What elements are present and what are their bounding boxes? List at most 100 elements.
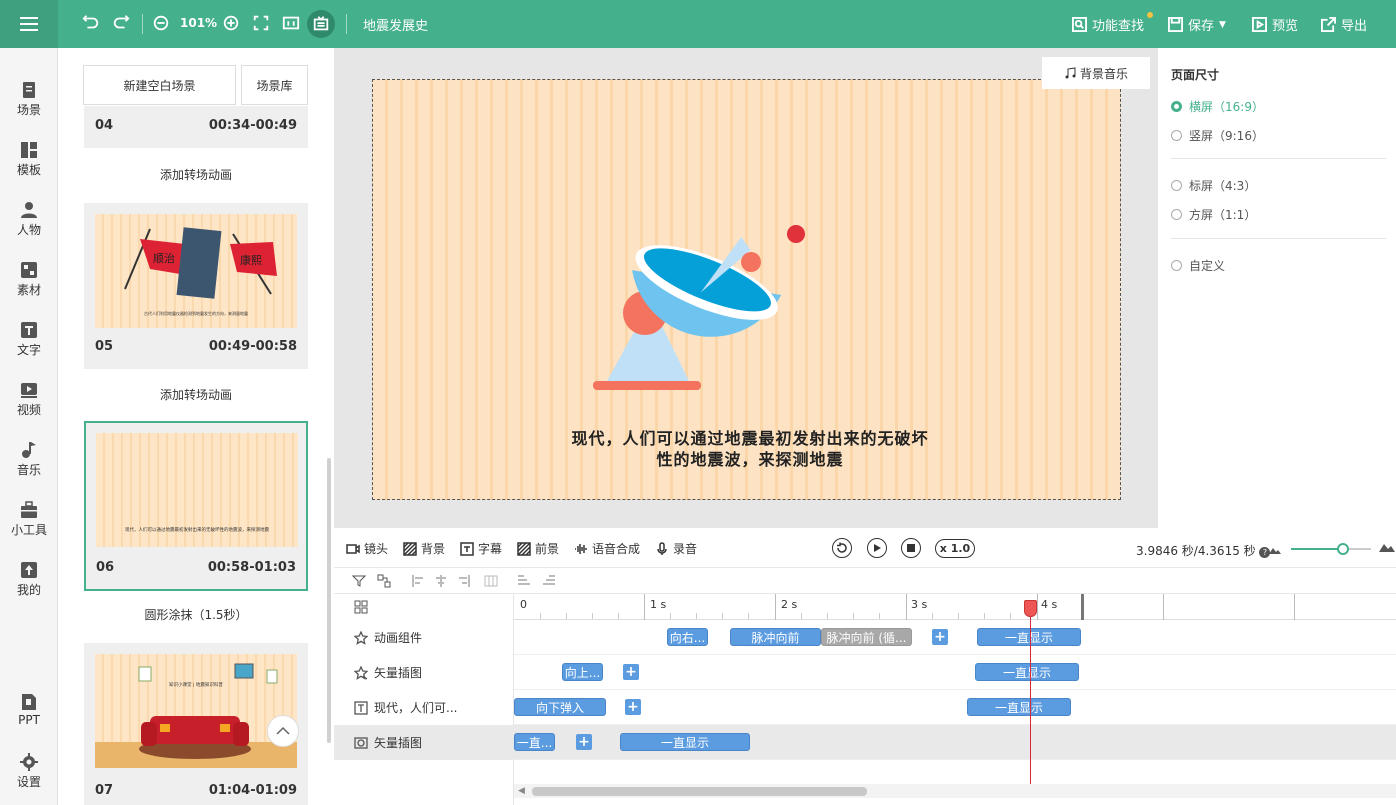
subtitle-button[interactable]: 字幕 [460, 540, 502, 557]
anim-block[interactable]: 一直显示 [975, 663, 1079, 681]
align-right-icon[interactable] [456, 574, 470, 588]
camera-button[interactable]: 镜头 [346, 540, 388, 557]
foreground-button[interactable]: 前景 [517, 540, 559, 557]
radio-portrait[interactable]: 竖屏（9:16） [1171, 127, 1264, 144]
scroll-to-top-button[interactable] [267, 715, 299, 747]
zoom-in-mountain-icon[interactable] [1379, 541, 1395, 555]
undo-icon[interactable] [80, 12, 102, 34]
scroll-left-icon[interactable]: ◀ [518, 786, 525, 796]
radio-landscape[interactable]: 横屏（16:9） [1171, 98, 1264, 115]
radio-standard[interactable]: 标屏（4:3） [1171, 177, 1256, 194]
anim-block[interactable]: 脉冲向前 (循... [821, 628, 912, 646]
redo-icon[interactable] [110, 12, 132, 34]
slider-knob[interactable] [1337, 543, 1349, 555]
nav-ppt[interactable]: PPT [0, 693, 58, 727]
track-row-text: 向下弹入 + 一直显示 [514, 690, 1396, 725]
playhead-line[interactable] [1030, 602, 1031, 788]
distribute-icon[interactable] [484, 574, 498, 588]
nav-scene[interactable]: 场景 [0, 81, 58, 118]
replay-icon [837, 542, 847, 553]
background-button[interactable]: 背景 [403, 540, 445, 557]
stack-down-icon[interactable] [517, 574, 531, 588]
save-button[interactable]: 保存 ▼ [1168, 15, 1226, 34]
nav-material[interactable]: 素材 [0, 261, 58, 298]
export-button[interactable]: 导出 [1321, 15, 1367, 34]
playhead-handle[interactable] [1024, 600, 1037, 617]
nav-mine[interactable]: 我的 [0, 561, 58, 598]
subtitle-icon [460, 541, 474, 556]
timeline-horizontal-scrollbar[interactable]: ◀ [514, 784, 1396, 798]
zoom-in-icon[interactable] [220, 12, 242, 34]
stop-button[interactable] [901, 538, 921, 558]
scene-library-button[interactable]: 场景库 [241, 65, 308, 105]
scene-caption[interactable]: 现代，人们可以通过地震最初发射出来的无破坏 性的地震波，来探测地震 [520, 428, 980, 470]
menu-button[interactable] [0, 0, 58, 48]
record-button[interactable]: 录音 [655, 540, 697, 557]
add-animation-button[interactable]: + [623, 664, 639, 680]
add-transition-link[interactable]: 添加转场动画 [84, 166, 308, 183]
nav-person[interactable]: 人物 [0, 201, 58, 238]
replay-button[interactable] [832, 538, 852, 558]
nav-text[interactable]: 文字 [0, 321, 58, 358]
speed-button[interactable]: x 1.0 [935, 539, 975, 558]
text-icon [21, 322, 37, 338]
anim-block[interactable]: 一直... [514, 733, 555, 751]
save-icon [1168, 17, 1183, 32]
stack-up-icon[interactable] [542, 574, 556, 588]
zoom-out-icon[interactable] [150, 12, 172, 34]
scene-card-06[interactable]: 现代，人们可以通过地震最初发射出来的无破坏性的地震波，来探测地震 06 00:5… [84, 421, 308, 591]
scene-card-04[interactable]: 04 00:34-00:49 [84, 106, 308, 148]
nav-settings[interactable]: 设置 [0, 753, 58, 790]
new-blank-scene-button[interactable]: 新建空白场景 [83, 65, 236, 105]
anim-block[interactable]: 向上... [562, 663, 603, 681]
nav-music[interactable]: 音乐 [0, 441, 58, 478]
actual-size-icon[interactable] [280, 12, 302, 34]
add-transition-link[interactable]: 添加转场动画 [84, 386, 308, 403]
align-left-icon[interactable] [412, 574, 426, 588]
timeline-zoom-slider[interactable] [1291, 543, 1371, 555]
zoom-out-mountain-icon[interactable] [1269, 543, 1281, 557]
track-label-animation[interactable]: 动画组件 [334, 620, 514, 655]
radio-custom[interactable]: 自定义 [1171, 257, 1225, 274]
anim-block[interactable]: 一直显示 [977, 628, 1081, 646]
anim-block[interactable]: 一直显示 [967, 698, 1071, 716]
anim-block[interactable]: 一直显示 [620, 733, 750, 751]
feature-search-button[interactable]: 功能查找 [1072, 15, 1144, 34]
track-label-vector-1[interactable]: 矢量插图 [334, 655, 514, 690]
track-row-vector-2: 一直... + 一直显示 [514, 725, 1396, 760]
anim-block[interactable]: 向右... [667, 628, 708, 646]
group-icon[interactable] [377, 574, 391, 588]
track-label-vector-2[interactable]: 矢量插图 [334, 725, 514, 760]
time-ruler[interactable]: 0 1 s 2 s 3 s 4 s [514, 594, 1396, 620]
nav-tool[interactable]: 小工具 [0, 501, 58, 538]
anim-block[interactable]: 脉冲向前 [730, 628, 821, 646]
tts-button[interactable]: 语音合成 [574, 540, 640, 557]
document-title[interactable]: 地震发展史 [363, 15, 428, 34]
add-animation-button[interactable]: + [576, 734, 592, 750]
search-icon [1072, 17, 1087, 32]
page-size-panel: 页面尺寸 横屏（16:9） 竖屏（9:16） 标屏（4:3） 方屏（1:1） 自… [1158, 48, 1396, 528]
align-center-icon[interactable] [434, 574, 448, 588]
play-button[interactable] [867, 538, 887, 558]
preview-button[interactable]: 预览 [1252, 15, 1298, 34]
preview-icon [1252, 17, 1267, 32]
add-animation-button[interactable]: + [932, 629, 948, 645]
subtitle-tool-icon[interactable] [307, 10, 335, 38]
waveform-icon [575, 543, 587, 554]
anim-block[interactable]: 向下弹入 [514, 698, 606, 716]
radio-square[interactable]: 方屏（1:1） [1171, 206, 1256, 223]
background-music-button[interactable]: 背景音乐 [1042, 57, 1150, 89]
scene-card-05[interactable]: 顺治 康熙 古代人们利用地震仪器检测到地震发生的方向，来测量地震 05 00:4… [84, 203, 308, 369]
scroll-thumb[interactable] [532, 787, 867, 796]
scene-thumbnail: 知识小课堂 | 地震知识科普 [95, 654, 297, 768]
timeline-panel: 动画组件 矢量插图 现代，人们可... 矢量插图 0 1 s 2 s 3 s 4… [334, 594, 1396, 805]
track-label-text[interactable]: 现代，人们可... [334, 690, 514, 725]
fullscreen-icon[interactable] [250, 12, 272, 34]
transition-label[interactable]: 圆形涂抹（1.5秒） [84, 606, 308, 623]
add-animation-button[interactable]: + [625, 699, 641, 715]
nav-template[interactable]: 模板 [0, 141, 58, 178]
filter-icon[interactable] [352, 574, 366, 588]
layout-icon[interactable] [354, 600, 368, 617]
scenes-scrollbar[interactable] [327, 458, 331, 743]
nav-video[interactable]: 视频 [0, 381, 58, 418]
